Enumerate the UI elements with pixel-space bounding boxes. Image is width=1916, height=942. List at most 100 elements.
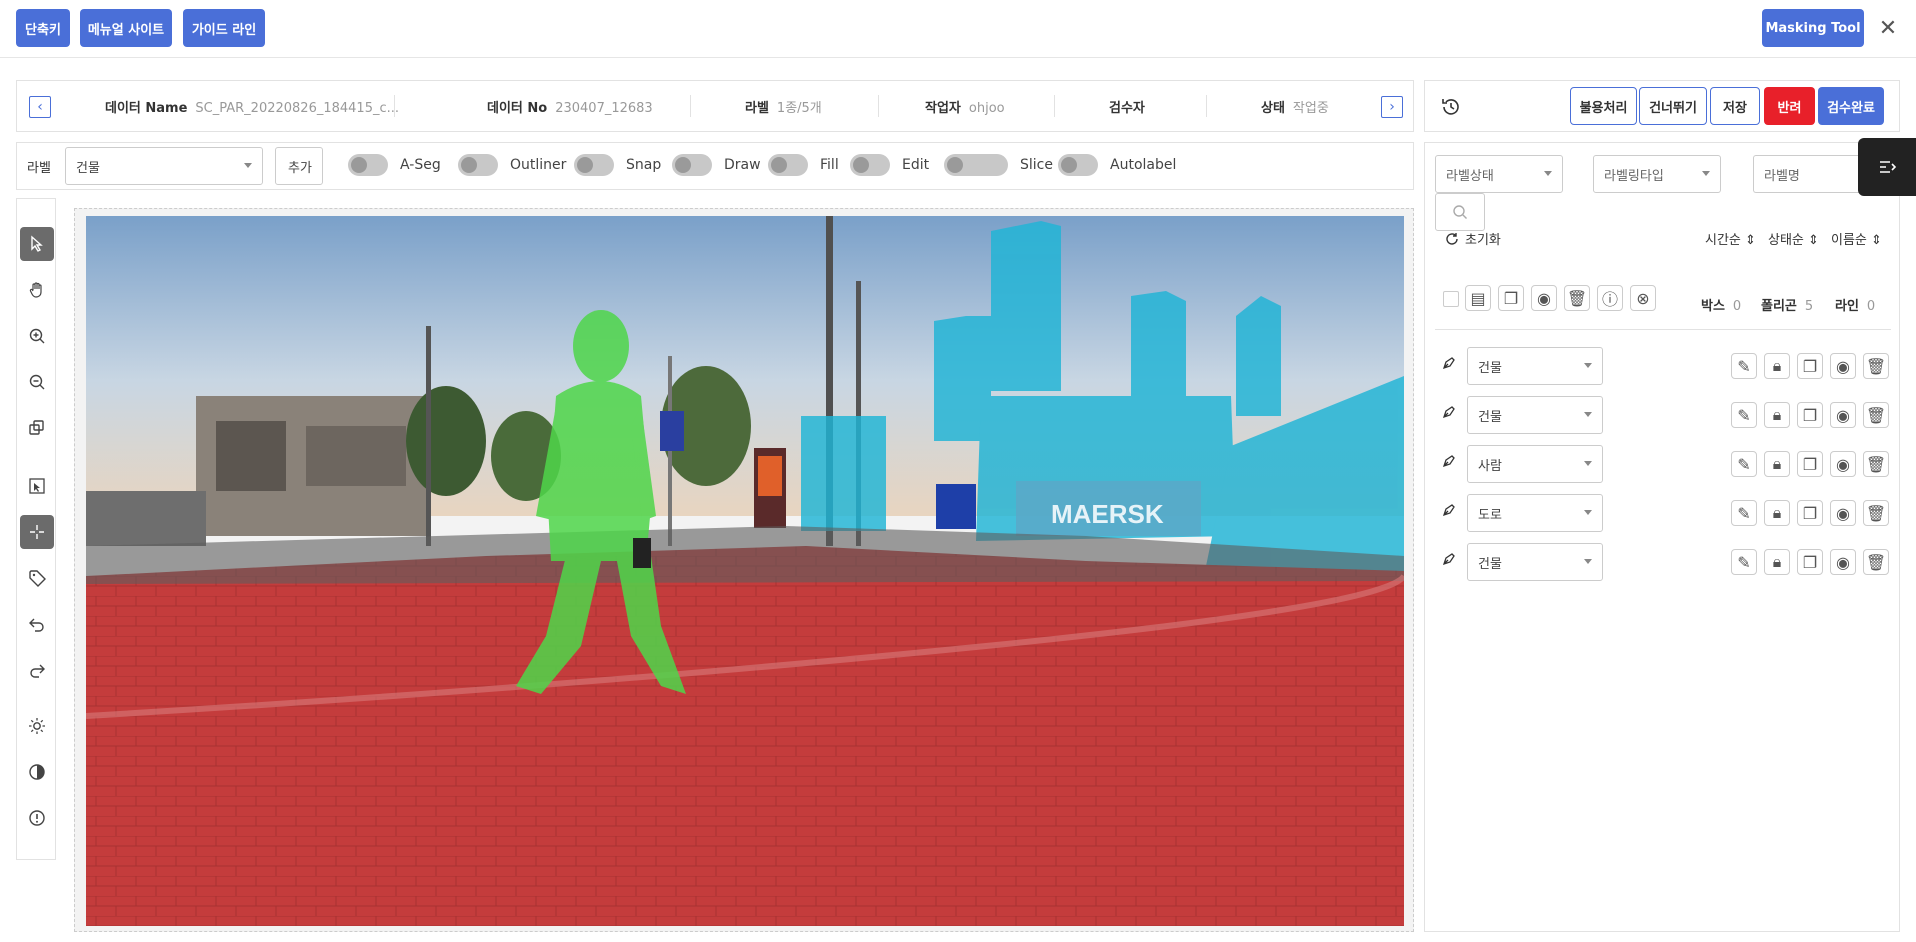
edit-icon[interactable]: ✎: [1731, 402, 1757, 428]
copy-icon[interactable]: ❐: [1498, 285, 1524, 311]
label-status-filter[interactable]: 라벨상태: [1435, 155, 1563, 193]
switch[interactable]: [672, 154, 712, 176]
switch[interactable]: [458, 154, 498, 176]
comment-alert-icon[interactable]: ⓘ: [1597, 285, 1623, 311]
hand-pan-icon[interactable]: [20, 273, 54, 307]
undo-icon[interactable]: [20, 607, 54, 641]
eye-icon[interactable]: ◉: [1830, 549, 1856, 575]
label-row[interactable]: 도로 ✎ 🔒︎ ❐ ◉ 🗑: [1425, 492, 1901, 532]
trash-icon[interactable]: 🗑: [1863, 549, 1889, 575]
shortcut-button[interactable]: 단축키: [16, 9, 70, 47]
next-data-button[interactable]: ›: [1381, 96, 1403, 118]
select-all-checkbox[interactable]: [1443, 291, 1459, 307]
switch[interactable]: [1058, 154, 1098, 176]
label-row-select[interactable]: 사람: [1467, 445, 1603, 483]
prev-data-button[interactable]: ‹: [29, 96, 51, 118]
redo-icon[interactable]: [20, 653, 54, 687]
label-select[interactable]: 건물: [65, 147, 263, 185]
copy-icon[interactable]: ❐: [1797, 549, 1823, 575]
toggle-fill[interactable]: Fill: [768, 154, 839, 176]
filter-label: 라벨상태: [1446, 168, 1494, 184]
trash-icon[interactable]: 🗑: [1863, 451, 1889, 477]
label-row-select[interactable]: 건물: [1467, 543, 1603, 581]
labeling-type-filter[interactable]: 라벨링타입: [1593, 155, 1721, 193]
lock-icon[interactable]: 🔒︎: [1764, 549, 1790, 575]
select-area-icon[interactable]: [20, 469, 54, 503]
label-name-input[interactable]: 라벨명: [1753, 155, 1863, 193]
comment-close-icon[interactable]: ⊗: [1630, 285, 1656, 311]
eye-icon[interactable]: ◉: [1830, 402, 1856, 428]
label-row[interactable]: 건물 ✎ 🔒︎ ❐ ◉ 🗑: [1425, 345, 1901, 385]
tag-icon[interactable]: [20, 561, 54, 595]
copy-icon[interactable]: ❐: [1797, 353, 1823, 379]
switch[interactable]: [850, 154, 890, 176]
panel-collapse-icon[interactable]: [1858, 138, 1916, 196]
toggle-draw[interactable]: Draw: [672, 154, 761, 176]
lock-icon[interactable]: 🔒︎: [1764, 402, 1790, 428]
chevron-down-icon: [1584, 363, 1592, 368]
sort-name[interactable]: 이름순 ⇕: [1831, 229, 1882, 248]
close-icon[interactable]: ✕: [1874, 14, 1902, 42]
copy-icon[interactable]: ❐: [1797, 451, 1823, 477]
zoom-out-icon[interactable]: [20, 365, 54, 399]
clipboard-icon[interactable]: ▤: [1465, 285, 1491, 311]
unusable-button[interactable]: 불용처리: [1570, 87, 1637, 125]
eye-icon[interactable]: ◉: [1830, 353, 1856, 379]
zoom-in-icon[interactable]: [20, 319, 54, 353]
skip-button[interactable]: 건너뛰기: [1639, 87, 1707, 125]
fit-screen-icon[interactable]: [20, 411, 54, 445]
add-label-button[interactable]: 추가: [275, 147, 323, 185]
eye-icon[interactable]: ◉: [1830, 451, 1856, 477]
sort-status[interactable]: 상태순 ⇕: [1768, 229, 1819, 248]
edit-icon[interactable]: ✎: [1731, 500, 1757, 526]
select-pointer-icon[interactable]: [20, 227, 54, 261]
label-row[interactable]: 건물 ✎ 🔒︎ ❐ ◉ 🗑: [1425, 394, 1901, 434]
toggle-a-seg[interactable]: A-Seg: [348, 154, 441, 176]
trash-icon[interactable]: 🗑: [1564, 285, 1590, 311]
copy-icon[interactable]: ❐: [1797, 500, 1823, 526]
label-row-select[interactable]: 도로: [1467, 494, 1603, 532]
reject-button[interactable]: 반려: [1764, 87, 1815, 125]
history-icon[interactable]: [1437, 93, 1465, 121]
reset-button[interactable]: 초기화: [1445, 229, 1501, 248]
toggle-snap[interactable]: Snap: [574, 154, 661, 176]
lock-icon[interactable]: 🔒︎: [1764, 500, 1790, 526]
edit-icon[interactable]: ✎: [1731, 451, 1757, 477]
inspect-done-button[interactable]: 검수완료: [1818, 87, 1884, 125]
crosshair-point-icon[interactable]: [20, 515, 54, 549]
lock-icon[interactable]: 🔒︎: [1764, 353, 1790, 379]
toggle-autolabel[interactable]: Autolabel: [1058, 154, 1176, 176]
label-row-select[interactable]: 건물: [1467, 347, 1603, 385]
save-button[interactable]: 저장: [1710, 87, 1760, 125]
switch[interactable]: [768, 154, 808, 176]
label-select-value: 건물: [76, 160, 100, 176]
image-scene[interactable]: MAERSK: [86, 216, 1404, 926]
trash-icon[interactable]: 🗑: [1863, 402, 1889, 428]
guide-line-button[interactable]: 가이드 라인: [183, 9, 265, 47]
brightness-icon[interactable]: [20, 709, 54, 743]
edit-icon[interactable]: ✎: [1731, 549, 1757, 575]
switch[interactable]: [574, 154, 614, 176]
switch[interactable]: [944, 154, 1008, 176]
copy-icon[interactable]: ❐: [1797, 402, 1823, 428]
toggle-outliner[interactable]: Outliner: [458, 154, 566, 176]
trash-icon[interactable]: 🗑: [1863, 500, 1889, 526]
search-button[interactable]: [1435, 193, 1485, 231]
info-alert-icon[interactable]: [20, 801, 54, 835]
manual-site-button[interactable]: 메뉴얼 사이트: [80, 9, 172, 47]
eye-icon[interactable]: ◉: [1830, 500, 1856, 526]
switch[interactable]: [348, 154, 388, 176]
sort-time[interactable]: 시간순 ⇕: [1705, 229, 1756, 248]
edit-icon[interactable]: ✎: [1731, 353, 1757, 379]
label-row-select[interactable]: 건물: [1467, 396, 1603, 434]
toggle-slice[interactable]: Slice: [944, 154, 1053, 176]
trash-icon[interactable]: 🗑: [1863, 353, 1889, 379]
road-mask: [86, 546, 1404, 926]
masking-tool-button[interactable]: Masking Tool: [1762, 9, 1864, 47]
toggle-edit[interactable]: Edit: [850, 154, 929, 176]
label-row[interactable]: 건물 ✎ 🔒︎ ❐ ◉ 🗑: [1425, 541, 1901, 581]
lock-icon[interactable]: 🔒︎: [1764, 451, 1790, 477]
contrast-icon[interactable]: [20, 755, 54, 789]
label-row[interactable]: 사람 ✎ 🔒︎ ❐ ◉ 🗑: [1425, 443, 1901, 483]
eye-icon[interactable]: ◉: [1531, 285, 1557, 311]
